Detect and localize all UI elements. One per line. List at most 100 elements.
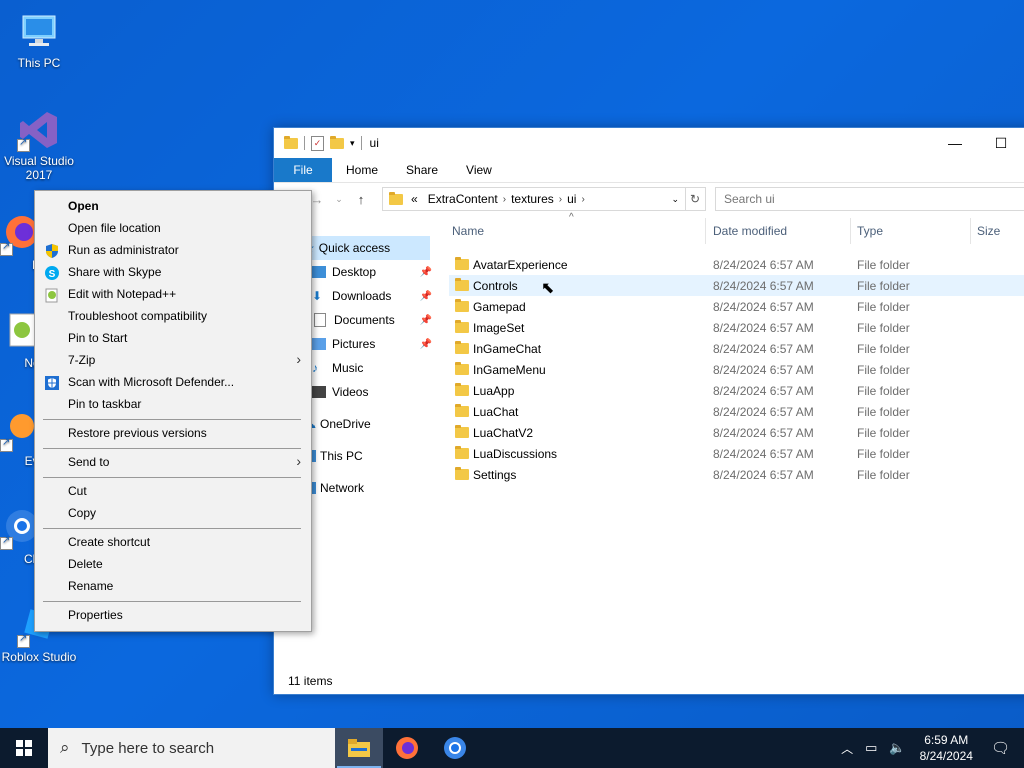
- chevron-right-icon: ›: [296, 351, 301, 367]
- maximize-button[interactable]: ☐: [978, 128, 1024, 158]
- table-row[interactable]: LuaApp 8/24/2024 6:57 AM File folder: [449, 380, 1024, 401]
- breadcrumb-extracontent[interactable]: ExtraContent: [428, 192, 498, 206]
- menu-item-open-file-location[interactable]: Open file location: [35, 217, 311, 239]
- chevron-right-icon[interactable]: ›: [503, 194, 506, 205]
- status-bar-count: 11 items: [288, 674, 333, 688]
- tab-home[interactable]: Home: [332, 158, 392, 182]
- address-bar[interactable]: « ExtraContent › textures › ui › ⌄: [382, 187, 686, 211]
- table-row[interactable]: Settings 8/24/2024 6:57 AM File folder: [449, 464, 1024, 485]
- menu-item-properties[interactable]: Properties: [35, 604, 311, 626]
- table-row[interactable]: InGameMenu 8/24/2024 6:57 AM File folder: [449, 359, 1024, 380]
- menu-item-restore-previous-versions[interactable]: Restore previous versions: [35, 422, 311, 444]
- start-button[interactable]: [0, 728, 48, 768]
- file-type: File folder: [857, 279, 910, 293]
- pin-icon[interactable]: 📌: [420, 315, 432, 326]
- pin-icon[interactable]: 📌: [420, 267, 432, 278]
- pin-icon[interactable]: 📌: [420, 339, 432, 350]
- taskbar-file-explorer[interactable]: [335, 728, 383, 768]
- menu-item-label: Create shortcut: [68, 535, 151, 549]
- tab-share[interactable]: Share: [392, 158, 452, 182]
- search-placeholder: Search ui: [724, 192, 775, 206]
- divider: [360, 136, 362, 150]
- notifications-icon[interactable]: 🗨: [991, 739, 1010, 757]
- desktop-icon-label: This PC: [17, 56, 61, 70]
- network-icon[interactable]: ▭: [865, 740, 877, 756]
- minimize-button[interactable]: —: [932, 128, 978, 158]
- menu-item-pin-to-start[interactable]: Pin to Start: [35, 327, 311, 349]
- menu-item-delete[interactable]: Delete: [35, 553, 311, 575]
- taskbar-search-placeholder: Type here to search: [81, 739, 215, 757]
- up-button[interactable]: ↑: [350, 192, 372, 207]
- system-tray: ︿ ▭ 🔈 6:59 AM 8/24/2024 🗨: [835, 728, 1024, 768]
- menu-item-share-with-skype[interactable]: S Share with Skype: [35, 261, 311, 283]
- folder-icon: [455, 299, 469, 312]
- tab-file[interactable]: File: [274, 158, 332, 182]
- breadcrumb-overflow[interactable]: «: [411, 192, 418, 206]
- pin-icon[interactable]: 📌: [420, 291, 432, 302]
- breadcrumb-ui[interactable]: ui: [567, 192, 576, 206]
- quick-access-toolbar: ✓ ▾ ui: [274, 135, 379, 151]
- menu-item-edit-with-notepad[interactable]: Edit with Notepad++: [35, 283, 311, 305]
- context-menu: Open Open file location Run as administr…: [34, 190, 312, 632]
- menu-item-scan-with-defender[interactable]: Scan with Microsoft Defender...: [35, 371, 311, 393]
- folder-icon: [455, 362, 469, 375]
- breadcrumb-textures[interactable]: textures: [511, 192, 554, 206]
- recent-locations-button[interactable]: ⌄: [328, 194, 350, 205]
- volume-muted-icon[interactable]: 🔈: [889, 740, 905, 756]
- table-row[interactable]: LuaDiscussions 8/24/2024 6:57 AM File fo…: [449, 443, 1024, 464]
- menu-item-send-to[interactable]: Send to ›: [35, 451, 311, 473]
- column-headers: ^ Name Date modified Type Size: [449, 212, 1024, 246]
- menu-item-pin-to-taskbar[interactable]: Pin to taskbar: [35, 393, 311, 415]
- new-folder-icon[interactable]: [330, 135, 344, 149]
- table-row[interactable]: LuaChat 8/24/2024 6:57 AM File folder: [449, 401, 1024, 422]
- tab-view[interactable]: View: [452, 158, 506, 182]
- menu-item-rename[interactable]: Rename: [35, 575, 311, 597]
- menu-item-label: Pin to taskbar: [68, 397, 142, 411]
- taskbar-firefox[interactable]: [383, 728, 431, 768]
- properties-icon[interactable]: ✓: [311, 135, 324, 151]
- chevron-right-icon[interactable]: ›: [559, 194, 562, 205]
- table-row[interactable]: Controls 8/24/2024 6:57 AM File folder ⬉: [449, 275, 1024, 297]
- visual-studio-icon: [17, 108, 61, 152]
- menu-item-label: Delete: [68, 557, 103, 571]
- refresh-button[interactable]: ↻: [685, 187, 706, 211]
- taskbar-search-input[interactable]: ⌕ Type here to search: [48, 728, 335, 768]
- table-row[interactable]: InGameChat 8/24/2024 6:57 AM File folder: [449, 338, 1024, 359]
- menu-item-troubleshoot-compatibility[interactable]: Troubleshoot compatibility: [35, 305, 311, 327]
- column-name[interactable]: Name: [452, 224, 484, 238]
- address-row: ← → ⌄ ↑ « ExtraContent › textures › ui ›…: [274, 183, 1024, 215]
- menu-item-open[interactable]: Open: [35, 195, 311, 217]
- table-row[interactable]: Gamepad 8/24/2024 6:57 AM File folder: [449, 296, 1024, 317]
- chevron-down-icon[interactable]: ⌄: [671, 194, 679, 205]
- table-row[interactable]: ImageSet 8/24/2024 6:57 AM File folder: [449, 317, 1024, 338]
- search-icon: ⌕: [60, 738, 70, 757]
- menu-item-create-shortcut[interactable]: Create shortcut: [35, 531, 311, 553]
- notepad-plus-plus-icon: [44, 287, 60, 303]
- nav-label: Network: [320, 481, 365, 495]
- clock[interactable]: 6:59 AM 8/24/2024: [920, 732, 973, 764]
- file-date: 8/24/2024 6:57 AM: [713, 384, 814, 398]
- menu-item-run-as-administrator[interactable]: Run as administrator: [35, 239, 311, 261]
- column-type[interactable]: Type: [857, 224, 883, 238]
- menu-item-copy[interactable]: Copy: [35, 502, 311, 524]
- search-input[interactable]: Search ui: [715, 187, 1024, 211]
- customize-qat-icon[interactable]: ▾: [350, 138, 355, 149]
- desktop-icon-visual-studio[interactable]: Visual Studio 2017: [1, 108, 77, 182]
- title-bar: ✓ ▾ ui — ☐: [274, 128, 1024, 158]
- file-date: 8/24/2024 6:57 AM: [713, 342, 814, 356]
- table-row[interactable]: LuaChatV2 8/24/2024 6:57 AM File folder: [449, 422, 1024, 443]
- column-date-modified[interactable]: Date modified: [713, 224, 787, 238]
- column-size[interactable]: Size: [977, 224, 1000, 238]
- desktop-icon-this-pc[interactable]: This PC: [1, 10, 77, 70]
- table-row[interactable]: AvatarExperience 8/24/2024 6:57 AM File …: [449, 254, 1024, 275]
- menu-item-7-zip[interactable]: 7-Zip ›: [35, 349, 311, 371]
- taskbar-chrome[interactable]: [431, 728, 479, 768]
- chevron-right-icon[interactable]: ›: [581, 194, 584, 205]
- file-name: LuaDiscussions: [473, 447, 558, 461]
- menu-item-label: Restore previous versions: [68, 426, 207, 440]
- sort-up-icon: ^: [569, 212, 574, 223]
- folder-icon: [455, 278, 469, 291]
- chevron-up-icon[interactable]: ︿: [841, 740, 853, 757]
- file-name: InGameMenu: [473, 363, 546, 377]
- menu-item-cut[interactable]: Cut: [35, 480, 311, 502]
